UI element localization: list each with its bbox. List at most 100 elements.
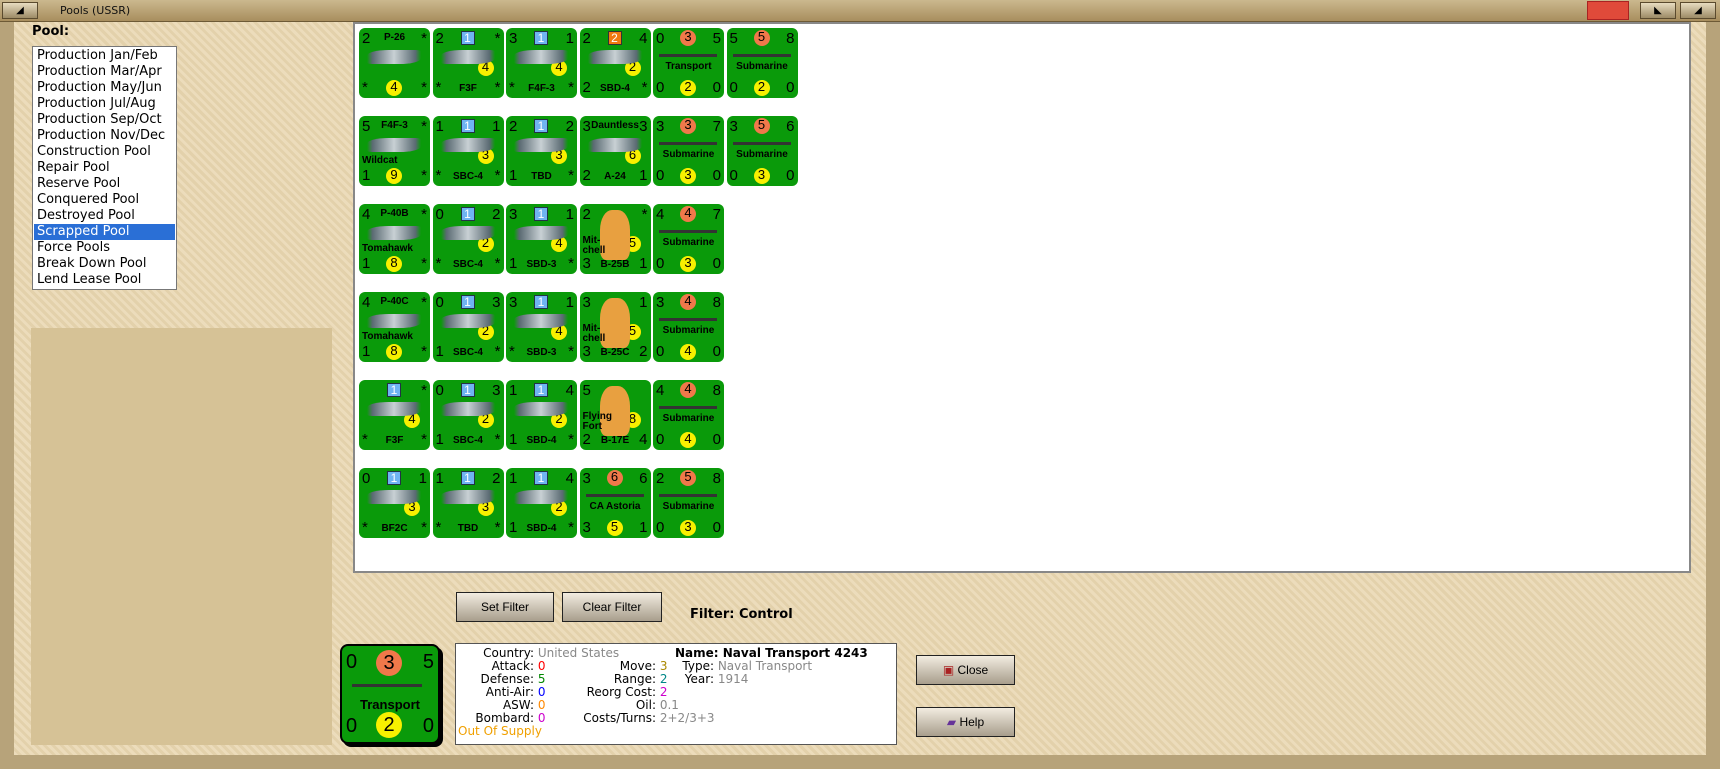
- pool-item[interactable]: Scrapped Pool: [34, 224, 175, 240]
- range-label: Range:: [613, 672, 656, 686]
- counter-mid-name: Submarine: [662, 149, 715, 160]
- defense-value: 5: [537, 672, 546, 686]
- counter-top-left: 2: [582, 30, 591, 47]
- unit-counter[interactable]: 3 1 3 2 B-25C 5 Mit-chell: [579, 292, 651, 362]
- counter-top-right: 2: [565, 118, 574, 135]
- aircraft-icon: [514, 490, 568, 504]
- window-title: Pools (USSR): [60, 4, 131, 17]
- counter-bottom-name: SBC-4: [452, 259, 483, 270]
- aircraft-icon: [367, 402, 421, 416]
- pool-item[interactable]: Production Jul/Aug: [34, 96, 175, 112]
- pool-item[interactable]: Production Nov/Dec: [34, 128, 175, 144]
- window-close-button[interactable]: [1587, 1, 1629, 20]
- pool-item[interactable]: Lend Lease Pool: [34, 272, 175, 288]
- aircraft-icon: [367, 226, 421, 240]
- pool-listbox[interactable]: Production Jan/Feb Production Mar/Apr Prod…: [32, 46, 177, 290]
- unit-counter[interactable]: 4 * 1 * P-40B 8 Tomahawk: [359, 204, 430, 274]
- counter-top-left: 1: [435, 470, 444, 487]
- pool-item[interactable]: Production May/Jun: [34, 80, 175, 96]
- counter-top-left: 0: [435, 294, 444, 311]
- pool-item[interactable]: Conquered Pool: [34, 192, 175, 208]
- counter-bottom-name: BF2C: [381, 523, 408, 534]
- unit-counter[interactable]: 2 * * * P-26 4: [359, 28, 430, 98]
- counter-mid-name: Submarine: [662, 237, 715, 248]
- help-label: Help: [959, 715, 985, 729]
- set-filter-button[interactable]: Set Filter: [456, 592, 554, 622]
- unit-counter[interactable]: 4 8 0 0 4 4 Submarine: [653, 380, 724, 450]
- pool-item[interactable]: Production Mar/Apr: [34, 64, 175, 80]
- close-button[interactable]: ▣ Close: [916, 655, 1015, 685]
- country-label: Country:: [483, 646, 534, 660]
- counter-bottom-left: 0: [729, 79, 738, 96]
- unit-counter[interactable]: 4 7 0 0 4 3 Submarine: [653, 204, 724, 274]
- country-value: United States: [537, 646, 620, 660]
- unit-counter[interactable]: 1 1 * * 1 SBC-4 3: [432, 116, 504, 186]
- unit-counter[interactable]: 5 8 0 0 5 2 Submarine: [726, 28, 798, 98]
- unit-counter[interactable]: 1 4 1 * 1 SBD-4 2: [506, 380, 577, 450]
- aircraft-icon: [514, 402, 568, 416]
- aircraft-icon: [587, 50, 642, 64]
- counter-bottom-right: *: [421, 343, 427, 360]
- unit-counter[interactable]: 5 2 4 B-17E 8 Flying Fort: [579, 380, 651, 450]
- unit-counter[interactable]: 3 7 0 0 3 3 Submarine: [653, 116, 724, 186]
- unit-counter[interactable]: 0 3 1 * 1 SBC-4 2: [432, 292, 504, 362]
- clear-filter-button[interactable]: Clear Filter: [562, 592, 662, 622]
- unit-counter[interactable]: 2 8 0 0 5 3 Submarine: [653, 468, 724, 538]
- unit-counter[interactable]: 3 8 0 0 4 4 Submarine: [653, 292, 724, 362]
- unit-counter[interactable]: 3 6 0 0 5 3 Submarine: [726, 116, 798, 186]
- aircraft-icon: [440, 314, 495, 328]
- ship-icon: [585, 494, 644, 497]
- unit-counter[interactable]: 0 1 * * 1 BF2C 3: [359, 468, 430, 538]
- unit-counter[interactable]: 3 1 * * 1 F4F-3 4: [506, 28, 577, 98]
- pool-item[interactable]: Repair Pool: [34, 160, 175, 176]
- counter-bottom-name: TBD: [531, 171, 552, 182]
- counter-top-left: 0: [435, 382, 444, 399]
- pool-item[interactable]: Destroyed Pool: [34, 208, 175, 224]
- unit-counter[interactable]: 5 * 1 * F4F-3 9 Wildcat: [359, 116, 430, 186]
- unit-counter[interactable]: 3 1 1 * 1 SBD-3 4: [506, 204, 577, 274]
- unit-counter[interactable]: 0 3 1 * 1 SBC-4 2: [432, 380, 504, 450]
- unit-counter[interactable]: 3 6 3 1 6 5 CA Astoria: [579, 468, 651, 538]
- unit-counter[interactable]: 3 3 2 1 Dauntless A-24 6: [579, 116, 651, 186]
- pool-item[interactable]: Construction Pool: [34, 144, 175, 160]
- counter-cost-badge: 3: [680, 168, 696, 184]
- minimize-button[interactable]: ◣: [1640, 2, 1676, 19]
- unit-counter[interactable]: 1 2 * * 1 TBD 3: [432, 468, 504, 538]
- counter-mid-name: Mit-chell: [582, 235, 606, 256]
- counter-top-name: P-40B: [380, 208, 409, 219]
- counter-cost-badge: 2: [753, 80, 770, 96]
- counter-cost-badge: 3: [680, 256, 696, 272]
- unit-counter[interactable]: 2 2 1 * 1 TBD 3: [506, 116, 577, 186]
- counter-top-right: 1: [418, 470, 427, 487]
- unit-counter[interactable]: 3 1 * * 1 SBD-3 4: [506, 292, 577, 362]
- help-button[interactable]: ▰ Help: [916, 707, 1015, 737]
- counter-bottom-right: 0: [712, 343, 721, 360]
- counter-blue-badge: 1: [534, 471, 548, 485]
- aircraft-icon: [367, 490, 421, 504]
- bombard-label: Bombard:: [475, 711, 534, 725]
- counter-top-right: 1: [639, 294, 648, 311]
- counter-cost-badge: 4: [680, 344, 696, 360]
- maximize-button[interactable]: ◢: [1680, 2, 1716, 19]
- counter-top-right: 2: [492, 470, 501, 487]
- pool-item[interactable]: Production Sep/Oct: [34, 112, 175, 128]
- unit-counter[interactable]: 2 * * * 1 F3F 4: [432, 28, 504, 98]
- pool-item[interactable]: Production Jan/Feb: [34, 48, 175, 64]
- close-label: Close: [957, 663, 989, 677]
- aircraft-icon: [440, 138, 495, 152]
- unit-counter[interactable]: 0 5 0 0 3 2 Transport: [653, 28, 724, 98]
- unit-counter[interactable]: 2 4 2 * 2 SBD-4 2: [579, 28, 651, 98]
- unit-counter[interactable]: 4 * 1 * P-40C 8 Tomahawk: [359, 292, 430, 362]
- unit-counter[interactable]: 0 2 * * 1 SBC-4 2: [432, 204, 504, 274]
- pool-item[interactable]: Force Pools: [34, 240, 175, 256]
- pool-item[interactable]: Reserve Pool: [34, 176, 175, 192]
- counter-grid[interactable]: 2 * * * P-26 4 2 * * * 1 F3F 4 3 1 * * 1 F4F-3 4 2 4 2 * 2 SBD-4 2…: [353, 22, 1691, 573]
- counter-bottom-right: 0: [786, 79, 795, 96]
- system-menu-button[interactable]: ◢: [2, 2, 38, 19]
- unit-counter[interactable]: 1 4 1 * 1 SBD-4 2: [506, 468, 577, 538]
- pool-item[interactable]: Break Down Pool: [34, 256, 175, 272]
- counter-top-right: *: [494, 30, 501, 47]
- unit-counter[interactable]: * * * 1 F3F 4: [359, 380, 430, 450]
- counter-name: Transport: [360, 697, 420, 712]
- unit-counter[interactable]: 2 * 3 1 B-25B 5 Mit-chell: [579, 204, 651, 274]
